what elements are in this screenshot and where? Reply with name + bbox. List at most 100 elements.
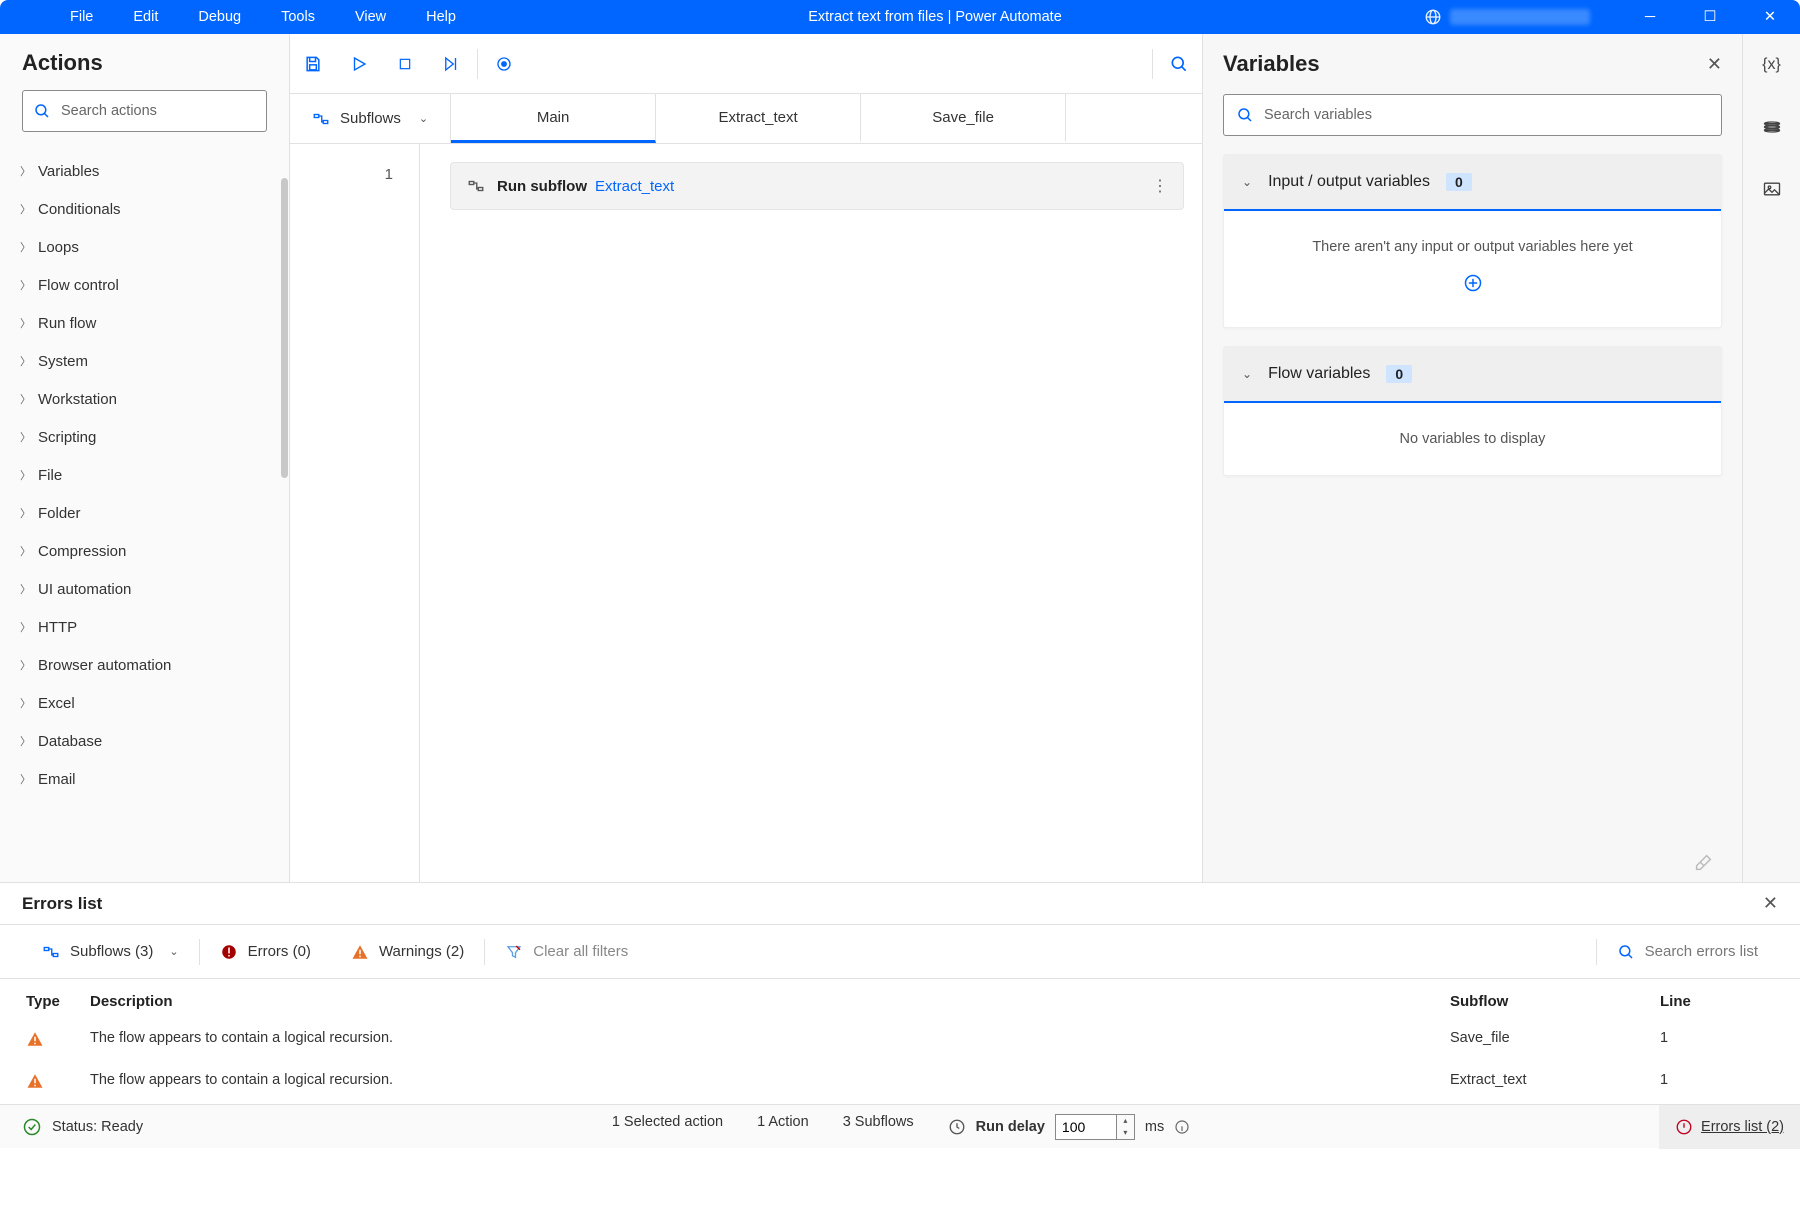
errors-search[interactable]: Search errors list: [1597, 943, 1778, 961]
sidetab-variables[interactable]: {x}: [1757, 50, 1787, 80]
close-variables-button[interactable]: ✕: [1707, 54, 1722, 75]
record-button[interactable]: [481, 34, 527, 94]
action-category[interactable]: 〉Excel: [20, 684, 277, 722]
error-description: The flow appears to contain a logical re…: [90, 1072, 1450, 1094]
actions-search[interactable]: Search actions: [22, 90, 267, 132]
menu-file[interactable]: File: [50, 0, 113, 34]
errors-panel: Errors list ✕ Subflows (3) ⌄ Errors (0) …: [0, 882, 1800, 1104]
io-variables-title: Input / output variables: [1268, 173, 1430, 191]
variables-search[interactable]: Search variables: [1223, 94, 1722, 136]
info-icon[interactable]: [1174, 1119, 1190, 1135]
maximize-button[interactable]: ☐: [1680, 0, 1740, 34]
flow-variables-empty-text: No variables to display: [1244, 431, 1701, 447]
action-category[interactable]: 〉Browser automation: [20, 646, 277, 684]
status-text: Status: Ready: [52, 1119, 143, 1135]
action-category[interactable]: 〉Loops: [20, 228, 277, 266]
io-variables-header[interactable]: ⌄ Input / output variables 0: [1224, 155, 1721, 211]
step-more-icon[interactable]: ⋮: [1152, 176, 1167, 196]
warning-icon: [351, 943, 369, 961]
menu-help[interactable]: Help: [406, 0, 476, 34]
action-category[interactable]: 〉Variables: [20, 152, 277, 190]
col-description[interactable]: Description: [90, 993, 1450, 1010]
app-menu: File Edit Debug Tools View Help: [0, 0, 476, 34]
action-category[interactable]: 〉HTTP: [20, 608, 277, 646]
close-errors-button[interactable]: ✕: [1763, 893, 1778, 914]
flow-variables-header[interactable]: ⌄ Flow variables 0: [1224, 347, 1721, 403]
col-subflow[interactable]: Subflow: [1450, 993, 1660, 1010]
filter-warnings[interactable]: Warnings (2): [331, 943, 484, 961]
search-flow-button[interactable]: [1156, 34, 1202, 94]
errors-table-header: Type Description Subflow Line: [0, 979, 1800, 1020]
error-row[interactable]: The flow appears to contain a logical re…: [0, 1020, 1800, 1062]
flow-step[interactable]: Run subflow Extract_text ⋮: [450, 162, 1184, 210]
run-next-button[interactable]: [428, 34, 474, 94]
sidetab-images[interactable]: [1757, 174, 1787, 204]
chevron-right-icon: 〉: [20, 239, 38, 255]
run-delay-spinner[interactable]: ▴▾: [1117, 1114, 1135, 1140]
minimize-button[interactable]: ─: [1620, 0, 1680, 34]
filter-errors[interactable]: Errors (0): [200, 943, 331, 961]
account-indicator[interactable]: [1394, 8, 1620, 26]
action-category[interactable]: 〉UI automation: [20, 570, 277, 608]
menu-view[interactable]: View: [335, 0, 406, 34]
right-sidetabs: {x}: [1742, 34, 1800, 882]
col-type[interactable]: Type: [0, 993, 90, 1010]
subflows-dropdown[interactable]: Subflows ⌄: [290, 94, 451, 143]
search-icon: [1617, 943, 1635, 961]
tab-main[interactable]: Main: [451, 94, 656, 143]
action-category[interactable]: 〉Folder: [20, 494, 277, 532]
step-action-name: Run subflow: [497, 178, 587, 195]
status-selected: 1 Selected action: [612, 1114, 723, 1140]
errors-list-button[interactable]: Errors list (2): [1659, 1105, 1800, 1149]
chevron-right-icon: 〉: [20, 733, 38, 749]
io-variables-empty-text: There aren't any input or output variabl…: [1244, 239, 1701, 255]
action-category[interactable]: 〉Email: [20, 760, 277, 798]
tab-save-file[interactable]: Save_file: [861, 94, 1066, 143]
tab-extract-text[interactable]: Extract_text: [656, 94, 861, 143]
run-button[interactable]: [336, 34, 382, 94]
status-subflows: 3 Subflows: [843, 1114, 914, 1140]
stop-button[interactable]: [382, 34, 428, 94]
add-io-variable-button[interactable]: [1244, 273, 1701, 299]
action-category[interactable]: 〉File: [20, 456, 277, 494]
filter-subflows[interactable]: Subflows (3) ⌄: [22, 943, 199, 961]
flow-variables-title: Flow variables: [1268, 365, 1370, 383]
filter-clear[interactable]: Clear all filters: [485, 943, 648, 961]
menu-tools[interactable]: Tools: [261, 0, 335, 34]
warning-icon: [26, 1030, 44, 1048]
menu-edit[interactable]: Edit: [113, 0, 178, 34]
save-button[interactable]: [290, 34, 336, 94]
col-line[interactable]: Line: [1660, 993, 1800, 1010]
error-subflow: Save_file: [1450, 1030, 1660, 1052]
action-category[interactable]: 〉System: [20, 342, 277, 380]
chevron-down-icon: ⌄: [169, 945, 178, 958]
step-subflow-link[interactable]: Extract_text: [595, 178, 674, 195]
chevron-right-icon: 〉: [20, 695, 38, 711]
error-row[interactable]: The flow appears to contain a logical re…: [0, 1062, 1800, 1104]
flow-canvas[interactable]: 1 Run subflow Extract_text ⋮: [290, 144, 1202, 882]
action-category[interactable]: 〉Conditionals: [20, 190, 277, 228]
menu-debug[interactable]: Debug: [178, 0, 261, 34]
action-category[interactable]: 〉Flow control: [20, 266, 277, 304]
chevron-right-icon: 〉: [20, 543, 38, 559]
actions-search-placeholder: Search actions: [61, 103, 157, 119]
io-variables-count: 0: [1446, 173, 1472, 191]
variables-panel: Variables ✕ Search variables ⌄ Input / o…: [1202, 34, 1742, 882]
eraser-icon[interactable]: [1692, 852, 1714, 874]
search-icon: [33, 102, 51, 120]
run-delay-input[interactable]: [1055, 1114, 1117, 1140]
action-category[interactable]: 〉Run flow: [20, 304, 277, 342]
close-button[interactable]: ✕: [1740, 0, 1800, 34]
actions-title: Actions: [0, 34, 289, 90]
subflows-label: Subflows: [340, 110, 401, 127]
action-category[interactable]: 〉Workstation: [20, 380, 277, 418]
error-icon: [220, 943, 238, 961]
status-actions: 1 Action: [757, 1114, 809, 1140]
chevron-right-icon: 〉: [20, 353, 38, 369]
action-category[interactable]: 〉Scripting: [20, 418, 277, 456]
window-title: Extract text from files | Power Automate: [476, 9, 1394, 25]
action-category[interactable]: 〉Database: [20, 722, 277, 760]
scrollbar[interactable]: [281, 178, 288, 478]
action-category[interactable]: 〉Compression: [20, 532, 277, 570]
sidetab-ui-elements[interactable]: [1757, 112, 1787, 142]
